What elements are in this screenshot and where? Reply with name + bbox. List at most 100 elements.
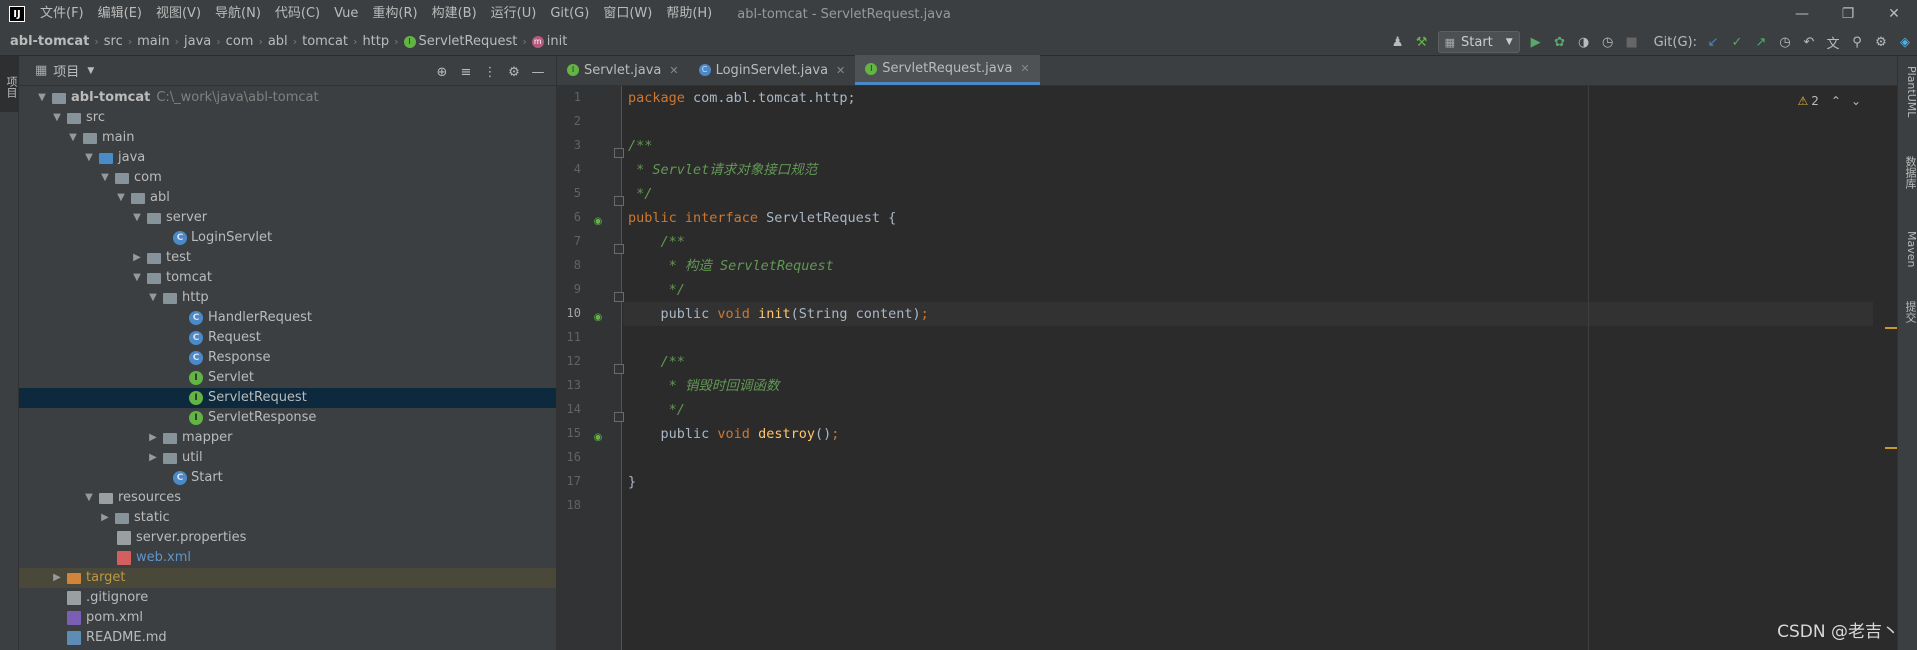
chevron-up-icon[interactable]: ⌃ (1831, 94, 1841, 108)
breadcrumb-abl[interactable]: abl (268, 34, 288, 49)
tree-item-server[interactable]: ▼ server (19, 208, 556, 228)
tree-item-handlerrequest[interactable]: C HandlerRequest (19, 308, 556, 328)
chevron-down-icon[interactable]: ▼ (51, 108, 63, 128)
warning-marker[interactable] (1885, 327, 1897, 329)
git-push-icon[interactable]: ↗ (1749, 30, 1773, 54)
history-icon[interactable]: ◷ (1773, 30, 1797, 54)
menu-window[interactable]: 窗口(W) (596, 0, 659, 28)
stop-icon[interactable]: ■ (1620, 30, 1644, 54)
chevron-down-icon[interactable]: ▼ (115, 188, 127, 208)
tree-item-src[interactable]: ▼ src (19, 108, 556, 128)
translate-icon[interactable]: 文 (1821, 30, 1845, 54)
menu-view[interactable]: 视图(V) (149, 0, 208, 28)
run-icon[interactable]: ▶ (1524, 30, 1548, 54)
chevron-down-icon[interactable]: ▼ (131, 208, 143, 228)
user-icon[interactable]: ♟ (1386, 30, 1410, 54)
tree-item-response[interactable]: C Response (19, 348, 556, 368)
chevron-right-icon[interactable]: ▶ (147, 448, 159, 468)
implemented-icon[interactable]: ◉ (591, 311, 605, 325)
menu-build[interactable]: 构建(B) (425, 0, 484, 28)
tree-item-root[interactable]: ▼ abl-tomcat C:\_work\java\abl-tomcat (19, 88, 556, 108)
tree-item-http[interactable]: ▼ http (19, 288, 556, 308)
breadcrumb-servletrequest[interactable]: ServletRequest (419, 34, 518, 49)
tree-item-main[interactable]: ▼ main (19, 128, 556, 148)
close-icon[interactable]: ✕ (1020, 62, 1029, 75)
tree-item-util[interactable]: ▶ util (19, 448, 556, 468)
chevron-down-icon[interactable]: ▼ (67, 128, 79, 148)
plantuml-tool-tab[interactable]: PlantUML (1898, 66, 1917, 117)
tree-item-gitignore[interactable]: .gitignore (19, 588, 556, 608)
chevron-down-icon[interactable]: ▼ (131, 268, 143, 288)
tree-item-loginservlet[interactable]: C LoginServlet (19, 228, 556, 248)
tree-item-readme[interactable]: README.md (19, 628, 556, 648)
minimize-icon[interactable]: — (1779, 0, 1825, 28)
tree-item-static[interactable]: ▶ static (19, 508, 556, 528)
tree-item-pom-xml[interactable]: pom.xml (19, 608, 556, 628)
chevron-down-icon[interactable]: ▼ (36, 88, 48, 108)
breadcrumb-http[interactable]: http (362, 34, 389, 49)
menu-help[interactable]: 帮助(H) (659, 0, 719, 28)
tree-item-abl[interactable]: ▼ abl (19, 188, 556, 208)
tree-item-tomcat[interactable]: ▼ tomcat (19, 268, 556, 288)
close-icon[interactable]: ✕ (1871, 0, 1917, 28)
collapse-all-icon[interactable]: ⋮ (478, 60, 502, 84)
chevron-down-icon[interactable]: ▼ (83, 148, 95, 168)
chevron-right-icon[interactable]: ▶ (131, 248, 143, 268)
breadcrumb-project[interactable]: abl-tomcat (10, 34, 89, 49)
close-icon[interactable]: ✕ (836, 64, 845, 77)
project-panel-title[interactable]: 项目 (53, 61, 79, 80)
maven-tool-tab[interactable]: Maven (1898, 231, 1917, 267)
commit-tool-tab[interactable]: 提交 (1898, 301, 1917, 323)
menu-code[interactable]: 代码(C) (268, 0, 327, 28)
git-update-icon[interactable]: ↙ (1701, 30, 1725, 54)
chevron-down-icon[interactable]: ▼ (99, 168, 111, 188)
profile-icon[interactable]: ◷ (1596, 30, 1620, 54)
tab-servletrequest[interactable]: I ServletRequest.java ✕ (855, 55, 1040, 85)
menu-run[interactable]: 运行(U) (484, 0, 544, 28)
chevron-down-icon[interactable]: ▼ (87, 66, 94, 76)
tree-item-java[interactable]: ▼ java (19, 148, 556, 168)
menu-vue[interactable]: Vue (327, 0, 365, 28)
menu-edit[interactable]: 编辑(E) (91, 0, 149, 28)
close-icon[interactable]: ✕ (669, 64, 678, 77)
coverage-icon[interactable]: ◑ (1572, 30, 1596, 54)
project-tool-tab[interactable]: 项目 (0, 56, 19, 112)
rollback-icon[interactable]: ↶ (1797, 30, 1821, 54)
chevron-down-icon[interactable]: ▼ (83, 488, 95, 508)
restore-icon[interactable]: ❐ (1825, 0, 1871, 28)
chevron-down-icon[interactable]: ▼ (147, 288, 159, 308)
tree-item-test[interactable]: ▶ test (19, 248, 556, 268)
tree-item-start[interactable]: C Start (19, 468, 556, 488)
menu-refactor[interactable]: 重构(R) (365, 0, 424, 28)
locate-icon[interactable]: ⊕ (430, 60, 454, 84)
debug-icon[interactable]: ✿ (1548, 30, 1572, 54)
breadcrumb-init[interactable]: init (547, 34, 568, 49)
implemented-icon[interactable]: ◉ (591, 431, 605, 445)
inspection-widget[interactable]: ⚠ 2 ⌃ ⌄ (1797, 94, 1861, 108)
hammer-build-icon[interactable]: ⚒ (1410, 30, 1434, 54)
breadcrumb-main[interactable]: main (137, 34, 169, 49)
database-tool-tab[interactable]: 数据库 (1898, 156, 1917, 189)
implemented-icon[interactable]: ◉ (591, 215, 605, 229)
tree-item-mapper[interactable]: ▶ mapper (19, 428, 556, 448)
breadcrumb-src[interactable]: src (104, 34, 123, 49)
menu-file[interactable]: 文件(F) (33, 0, 91, 28)
chevron-right-icon[interactable]: ▶ (99, 508, 111, 528)
menu-navigate[interactable]: 导航(N) (208, 0, 268, 28)
chevron-down-icon[interactable]: ⌄ (1851, 94, 1861, 108)
tree-item-servletrequest[interactable]: I ServletRequest (19, 388, 556, 408)
warning-marker[interactable] (1885, 447, 1897, 449)
tree-item-web-xml[interactable]: web.xml (19, 548, 556, 568)
tree-item-com[interactable]: ▼ com (19, 168, 556, 188)
tree-item-servletresponse[interactable]: I ServletResponse (19, 408, 556, 428)
chevron-right-icon[interactable]: ▶ (51, 568, 63, 588)
hide-icon[interactable]: — (526, 60, 550, 84)
run-config-select[interactable]: ▦ Start ▼ (1437, 31, 1520, 53)
menu-git[interactable]: Git(G) (543, 0, 596, 28)
tab-servlet[interactable]: I Servlet.java ✕ (557, 55, 689, 85)
tree-item-resources[interactable]: ▼ resources (19, 488, 556, 508)
git-commit-icon[interactable]: ✓ (1725, 30, 1749, 54)
code-editor[interactable]: package com.abl.tomcat.http; /** * Servl… (623, 86, 1875, 650)
gear-icon[interactable]: ⚙ (1869, 30, 1893, 54)
breadcrumb-java[interactable]: java (184, 34, 211, 49)
